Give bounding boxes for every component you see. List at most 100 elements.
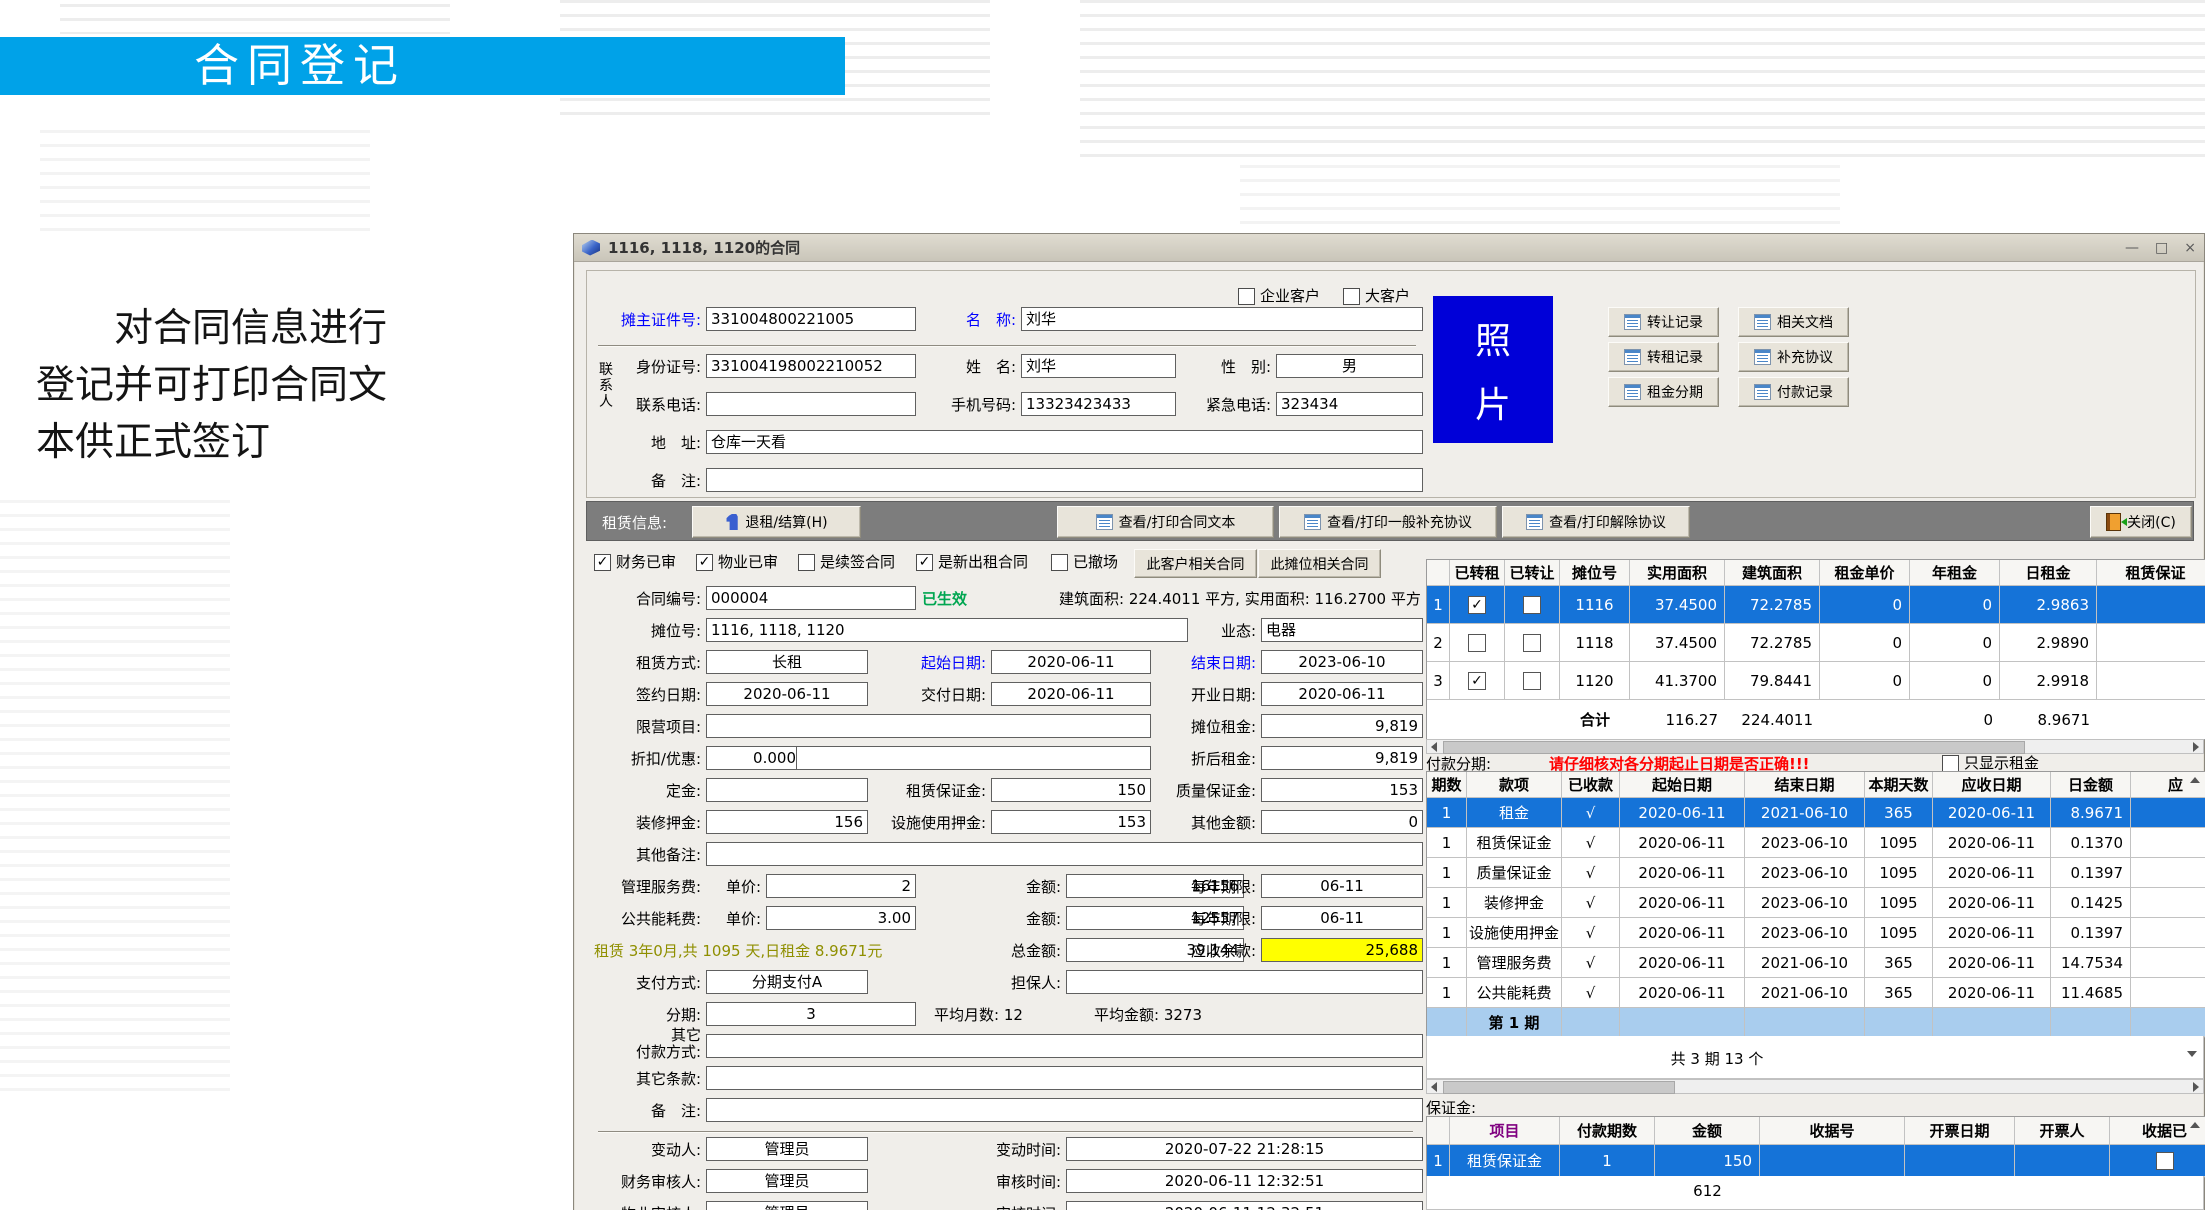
person-name-field[interactable]: 刘华 — [1021, 354, 1176, 378]
renewal-contract-checkbox[interactable] — [798, 554, 815, 571]
cell[interactable] — [2131, 948, 2205, 978]
related-docs-button[interactable]: 相关文档 — [1738, 307, 1849, 337]
stall-no-field[interactable]: 1116, 1118, 1120 — [706, 618, 1188, 642]
enterprise-customer-checkbox[interactable] — [1238, 288, 1255, 305]
cell[interactable]: 2020-06-11 — [1933, 948, 2051, 978]
scroll-up-icon[interactable] — [2190, 1122, 2200, 1128]
lease-bond-field[interactable]: 150 — [991, 778, 1151, 802]
close-window-button[interactable]: × — [2184, 240, 2196, 256]
end-date-field[interactable]: 2023-06-10 — [1261, 650, 1423, 674]
cell[interactable]: 0 — [1820, 586, 1910, 624]
owner-name-field[interactable]: 刘华 — [1021, 307, 1423, 331]
close-button[interactable]: 关闭(C) — [2090, 506, 2192, 538]
table-row[interactable]: 1 — [1427, 888, 1467, 918]
cell[interactable]: 租赁保证金 — [1450, 1145, 1560, 1177]
open-date-field[interactable]: 2020-06-11 — [1261, 682, 1423, 706]
discount-field[interactable]: 0.000 — [706, 746, 801, 770]
cell[interactable] — [2097, 624, 2205, 662]
print-contract-button[interactable]: 查看/打印合同文本 — [1057, 506, 1274, 538]
cell[interactable] — [2131, 828, 2205, 858]
received-check[interactable]: √ — [1562, 918, 1620, 948]
cell[interactable]: 72.2785 — [1725, 624, 1820, 662]
cell[interactable]: 2020-06-11 — [1620, 798, 1745, 828]
contract-no-field[interactable]: 000004 — [706, 586, 916, 610]
sign-date-field[interactable]: 2020-06-11 — [706, 682, 868, 706]
transfer-checkbox-cell[interactable] — [1505, 662, 1560, 700]
cell[interactable]: 72.2785 — [1725, 586, 1820, 624]
table-row[interactable]: 3 — [1427, 662, 1450, 700]
received-check[interactable]: √ — [1562, 798, 1620, 828]
cell[interactable]: 0 — [1910, 586, 2000, 624]
cell[interactable]: 365 — [1865, 948, 1933, 978]
received-check[interactable]: √ — [1562, 978, 1620, 1008]
guarantor-field[interactable] — [1066, 970, 1423, 994]
scroll-left-icon[interactable] — [1431, 742, 1437, 752]
stall-contracts-button[interactable]: 此摊位相关合同 — [1258, 549, 1381, 578]
cell[interactable]: 0.1425 — [2051, 888, 2131, 918]
cell[interactable]: 1095 — [1865, 918, 1933, 948]
scroll-up-icon[interactable] — [2190, 777, 2200, 783]
other-clause-field[interactable] — [706, 1066, 1423, 1090]
mobile-field[interactable]: 13323423433 — [1021, 392, 1176, 416]
energy-unit-field[interactable]: 3.00 — [766, 906, 916, 930]
cell[interactable]: 0 — [1820, 624, 1910, 662]
start-date-field[interactable]: 2020-06-11 — [991, 650, 1151, 674]
cell[interactable] — [2131, 918, 2205, 948]
payment-records-button[interactable]: 付款记录 — [1738, 377, 1849, 407]
cell[interactable] — [2131, 798, 2205, 828]
id-card-field[interactable]: 331004198002210052 — [706, 354, 916, 378]
discounted-rent-field[interactable]: 9,819 — [1261, 746, 1423, 770]
urgent-tel-field[interactable]: 323434 — [1276, 392, 1423, 416]
cell[interactable]: 2020-06-11 — [1933, 918, 2051, 948]
sublet-records-button[interactable]: 转租记录 — [1608, 342, 1719, 372]
print-supplement-button[interactable]: 查看/打印一般补充协议 — [1279, 506, 1497, 538]
scroll-right-icon[interactable] — [2193, 742, 2199, 752]
cell[interactable]: 2020-06-11 — [1620, 828, 1745, 858]
finance-audited-checkbox[interactable]: ✓ — [594, 554, 611, 571]
address-field[interactable]: 仓库一天看 — [706, 430, 1423, 454]
cell[interactable] — [2131, 888, 2205, 918]
cell[interactable]: 租赁保证金 — [1467, 828, 1562, 858]
window-titlebar[interactable]: 1116, 1118, 1120的合同 — □ × — [574, 234, 2204, 262]
cell[interactable]: 1120 — [1560, 662, 1630, 700]
cell[interactable]: 0.1397 — [2051, 858, 2131, 888]
cell[interactable]: 1095 — [1865, 828, 1933, 858]
cell[interactable] — [1760, 1145, 1905, 1177]
gender-field[interactable]: 男 — [1276, 354, 1423, 378]
cell[interactable] — [2097, 662, 2205, 700]
cell[interactable]: 0.1370 — [2051, 828, 2131, 858]
rent-installment-button[interactable]: 租金分期 — [1608, 377, 1719, 407]
cell[interactable]: 2020-06-11 — [1933, 888, 2051, 918]
scroll-right-icon[interactable] — [2193, 1082, 2199, 1092]
property-audited-checkbox[interactable]: ✓ — [696, 554, 713, 571]
cell[interactable]: 11.4685 — [2051, 978, 2131, 1008]
discount-memo-field[interactable] — [796, 746, 1151, 770]
table-row[interactable]: 1 — [1427, 948, 1467, 978]
cell[interactable]: 14.7534 — [2051, 948, 2131, 978]
cell[interactable]: 租金 — [1467, 798, 1562, 828]
table-row[interactable]: 1 — [1427, 1145, 1450, 1177]
other-amount-field[interactable]: 0 — [1261, 810, 1423, 834]
receipt-checkbox-cell[interactable] — [2110, 1145, 2205, 1177]
fitment-bond-field[interactable]: 156 — [706, 810, 868, 834]
tel-field[interactable] — [706, 392, 916, 416]
table-row[interactable]: 2 — [1427, 624, 1450, 662]
cell[interactable]: 2020-06-11 — [1620, 888, 1745, 918]
facility-bond-field[interactable]: 153 — [991, 810, 1151, 834]
cell[interactable]: 1118 — [1560, 624, 1630, 662]
restricted-items-field[interactable] — [706, 714, 1151, 738]
cell[interactable]: 0 — [1910, 662, 2000, 700]
cell[interactable] — [2097, 586, 2205, 624]
mgmt-unit-field[interactable]: 2 — [766, 874, 916, 898]
minimize-button[interactable]: — — [2125, 240, 2139, 256]
table-row[interactable]: 1 — [1427, 586, 1450, 624]
pay-method-field[interactable]: 分期支付A — [706, 970, 868, 994]
cell[interactable] — [1905, 1145, 2015, 1177]
transfer-checkbox-cell[interactable] — [1505, 586, 1560, 624]
cell[interactable]: 2023-06-10 — [1745, 828, 1865, 858]
cell[interactable] — [2131, 978, 2205, 1008]
cert-no-field[interactable]: 331004800221005 — [706, 307, 916, 331]
table-row[interactable]: 1 — [1427, 828, 1467, 858]
cell[interactable]: 0 — [1820, 662, 1910, 700]
cell[interactable]: 0.1397 — [2051, 918, 2131, 948]
